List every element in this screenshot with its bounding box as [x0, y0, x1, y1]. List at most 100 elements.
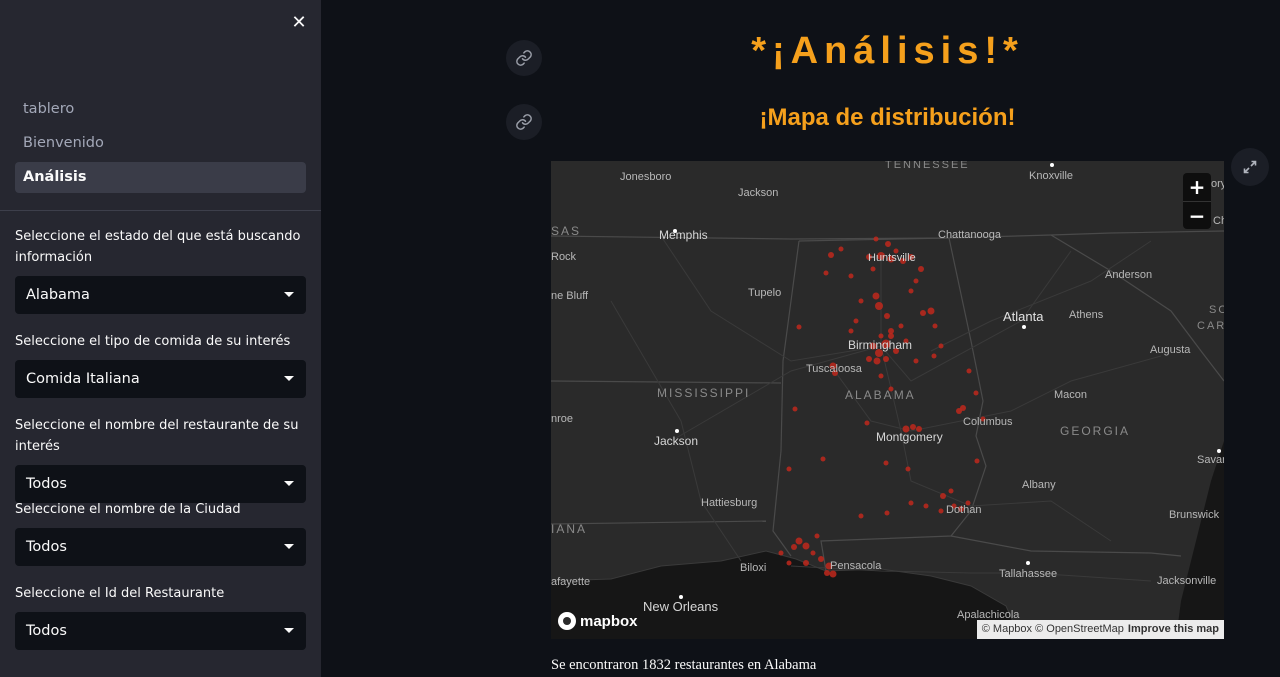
restaurant-point[interactable] — [918, 266, 924, 272]
restaurante-select-value: Todos — [26, 476, 67, 492]
restaurant-point[interactable] — [786, 560, 792, 566]
restaurant-points — [778, 236, 986, 578]
restaurant-point[interactable] — [913, 358, 919, 364]
chevron-down-icon — [284, 376, 294, 381]
restaurant-point[interactable] — [838, 246, 844, 252]
title-anchor-link-icon[interactable] — [506, 40, 542, 76]
restaurant-point[interactable] — [873, 357, 881, 365]
restaurant-point[interactable] — [870, 266, 876, 272]
restaurant-point[interactable] — [820, 456, 826, 462]
restaurant-point[interactable] — [923, 503, 929, 509]
restaurant-point[interactable] — [931, 353, 937, 359]
restaurant-point[interactable] — [913, 278, 919, 284]
restaurant-point[interactable] — [974, 458, 980, 464]
label-athens: Athens — [1069, 309, 1104, 321]
label-hattiesburg: Hattiesburg — [701, 497, 757, 509]
tipo-comida-select[interactable]: Comida Italiana — [15, 360, 306, 398]
filter-restaurante: Seleccione el nombre del restaurante de … — [15, 415, 306, 503]
distribution-map[interactable]: TENNESSEE Jonesboro Jackson Knoxville SA… — [551, 161, 1224, 639]
zoom-out-button[interactable]: − — [1183, 201, 1211, 229]
restaurant-point[interactable] — [818, 556, 824, 562]
label-dothan: Dothan — [946, 504, 981, 516]
restaurant-point[interactable] — [786, 466, 792, 472]
restaurant-point[interactable] — [938, 343, 944, 349]
restaurant-point[interactable] — [848, 328, 854, 334]
restaurant-point[interactable] — [802, 542, 810, 550]
close-sidebar-icon[interactable]: ✕ — [288, 12, 310, 34]
label-so: SO — [1209, 304, 1224, 316]
restaurant-point[interactable] — [858, 513, 864, 519]
restaurant-point[interactable] — [898, 323, 904, 329]
restaurant-point[interactable] — [872, 292, 880, 300]
restaurante-select[interactable]: Todos — [15, 465, 306, 503]
subtitle-anchor-link-icon[interactable] — [506, 104, 542, 140]
label-albany: Albany — [1022, 479, 1056, 491]
restaurant-point[interactable] — [960, 405, 966, 411]
restaurant-point[interactable] — [878, 373, 884, 379]
restaurant-point[interactable] — [973, 390, 979, 396]
restaurant-point[interactable] — [932, 323, 938, 329]
restaurant-point[interactable] — [927, 307, 935, 315]
restaurant-point[interactable] — [908, 288, 914, 294]
fullscreen-icon[interactable] — [1231, 148, 1269, 186]
restaurant-point[interactable] — [823, 270, 829, 276]
restaurant-point[interactable] — [875, 302, 883, 310]
chevron-down-icon — [284, 544, 294, 549]
label-georgia: GEORGIA — [1060, 424, 1130, 438]
restaurant-point[interactable] — [803, 560, 809, 566]
label-knoxville: Knoxville — [1029, 170, 1073, 182]
filter-tipo-comida: Seleccione el tipo de comida de su inter… — [15, 331, 306, 398]
chevron-down-icon — [284, 481, 294, 486]
attribution-text[interactable]: © Mapbox © OpenStreetMap — [982, 623, 1124, 635]
label-car: CAR — [1197, 320, 1224, 332]
sidebar-item-bienvenido[interactable]: Bienvenido — [15, 128, 306, 159]
filter-estado: Seleccione el estado del que está buscan… — [15, 226, 306, 314]
restaurant-point[interactable] — [883, 460, 889, 466]
restaurant-point[interactable] — [948, 488, 954, 494]
restaurant-point[interactable] — [883, 356, 889, 362]
restaurant-point[interactable] — [864, 420, 870, 426]
restaurant-point[interactable] — [885, 241, 891, 247]
page-title: *¡Análisis!* — [751, 30, 1024, 72]
mapbox-logo[interactable]: mapbox — [558, 612, 638, 630]
restaurant-point[interactable] — [853, 318, 859, 324]
label-montgomery: Montgomery — [876, 430, 943, 444]
label-iana: IANA — [551, 522, 587, 536]
mapbox-icon — [558, 612, 576, 630]
restaurant-point[interactable] — [940, 493, 946, 499]
restaurant-point[interactable] — [796, 324, 802, 330]
estado-select[interactable]: Alabama — [15, 276, 306, 314]
restaurant-point[interactable] — [873, 236, 879, 242]
restaurant-point[interactable] — [920, 310, 926, 316]
map-attribution: © Mapbox © OpenStreetMap Improve this map — [976, 620, 1224, 639]
id-restaurante-select[interactable]: Todos — [15, 612, 306, 650]
restaurant-point[interactable] — [792, 406, 798, 412]
label-alabama: ALABAMA — [845, 388, 916, 402]
restaurant-point[interactable] — [778, 550, 784, 556]
restaurant-point[interactable] — [814, 533, 820, 539]
restaurant-point[interactable] — [905, 466, 911, 472]
filter-restaurante-label: Seleccione el nombre del restaurante de … — [15, 418, 299, 454]
restaurant-point[interactable] — [795, 537, 803, 545]
restaurant-point[interactable] — [791, 544, 797, 550]
sidebar-item-analisis[interactable]: Análisis — [15, 162, 306, 193]
restaurant-point[interactable] — [966, 368, 972, 374]
zoom-in-button[interactable]: + — [1183, 173, 1211, 201]
label-jacksonville: Jacksonville — [1157, 575, 1216, 587]
restaurant-point[interactable] — [884, 313, 890, 319]
restaurant-point[interactable] — [810, 550, 816, 556]
restaurant-point[interactable] — [828, 252, 834, 258]
label-pensacola: Pensacola — [830, 560, 882, 572]
restaurant-point[interactable] — [866, 356, 872, 362]
filter-tipo-comida-label: Seleccione el tipo de comida de su inter… — [15, 334, 291, 349]
restaurant-point[interactable] — [938, 508, 944, 514]
restaurant-point[interactable] — [908, 500, 914, 506]
improve-map-link[interactable]: Improve this map — [1128, 623, 1219, 635]
restaurant-point[interactable] — [884, 510, 890, 516]
restaurant-point[interactable] — [848, 273, 854, 279]
ciudad-select[interactable]: Todos — [15, 528, 306, 566]
restaurant-point[interactable] — [858, 298, 864, 304]
filter-ciudad-label: Seleccione el nombre de la Ciudad — [15, 502, 241, 517]
zoom-controls: + − — [1183, 173, 1211, 229]
sidebar-item-tablero[interactable]: tablero — [15, 94, 306, 125]
